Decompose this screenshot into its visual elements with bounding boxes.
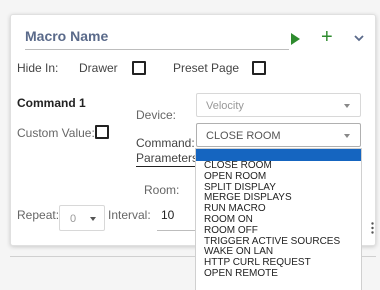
interval-underline — [157, 230, 197, 231]
macro-name-underline — [25, 49, 289, 50]
command-section-label: Command 1 — [17, 96, 86, 110]
repeat-label: Repeat: — [17, 208, 60, 222]
command-select[interactable]: CLOSE ROOM — [196, 123, 361, 147]
command-value: CLOSE ROOM — [206, 130, 281, 142]
custom-value-label: Custom Value: — [17, 126, 95, 140]
interval-label: Interval: — [108, 208, 151, 222]
dropdown-option[interactable]: ROOM OFF — [196, 225, 361, 237]
parameters-label: Parameters: — [136, 151, 202, 165]
play-icon[interactable] — [291, 33, 300, 45]
dropdown-items: CLOSE ROOM OPEN ROOM SPLIT DISPLAY MERGE DI… — [196, 160, 361, 280]
page: Macro Name + Hide In: Drawer Preset Page… — [0, 0, 380, 290]
command-label: Command: — [136, 136, 195, 150]
command-dropdown-list[interactable]: CLOSE ROOM OPEN ROOM SPLIT DISPLAY MERGE DI… — [195, 148, 362, 290]
repeat-value: 0 — [70, 213, 77, 225]
chevron-down-icon[interactable] — [352, 31, 366, 45]
device-select[interactable]: Velocity — [196, 93, 361, 117]
repeat-caret-icon — [90, 217, 96, 221]
interval-input[interactable]: 10 — [161, 208, 174, 222]
preset-page-label: Preset Page — [173, 61, 240, 75]
custom-value-checkbox[interactable] — [95, 125, 109, 139]
more-options-icon[interactable] — [371, 222, 374, 234]
device-caret-icon — [344, 104, 350, 108]
macro-name-label[interactable]: Macro Name — [25, 28, 108, 44]
room-label: Room: — [144, 183, 180, 197]
plus-icon[interactable]: + — [321, 27, 333, 47]
dropdown-option[interactable]: OPEN REMOTE — [196, 268, 361, 280]
hide-in-label: Hide In: — [17, 61, 59, 75]
drawer-label: Drawer — [79, 61, 118, 75]
dropdown-option[interactable]: OPEN ROOM — [196, 171, 361, 183]
command-caret-icon — [344, 134, 350, 138]
parameters-underline — [136, 166, 201, 167]
macro-header: Macro Name + — [11, 15, 375, 50]
repeat-select[interactable]: 0 — [59, 205, 105, 231]
preset-page-checkbox[interactable] — [252, 61, 266, 75]
device-label: Device: — [136, 108, 177, 122]
device-value: Velocity — [206, 100, 244, 112]
drawer-checkbox[interactable] — [132, 61, 146, 75]
